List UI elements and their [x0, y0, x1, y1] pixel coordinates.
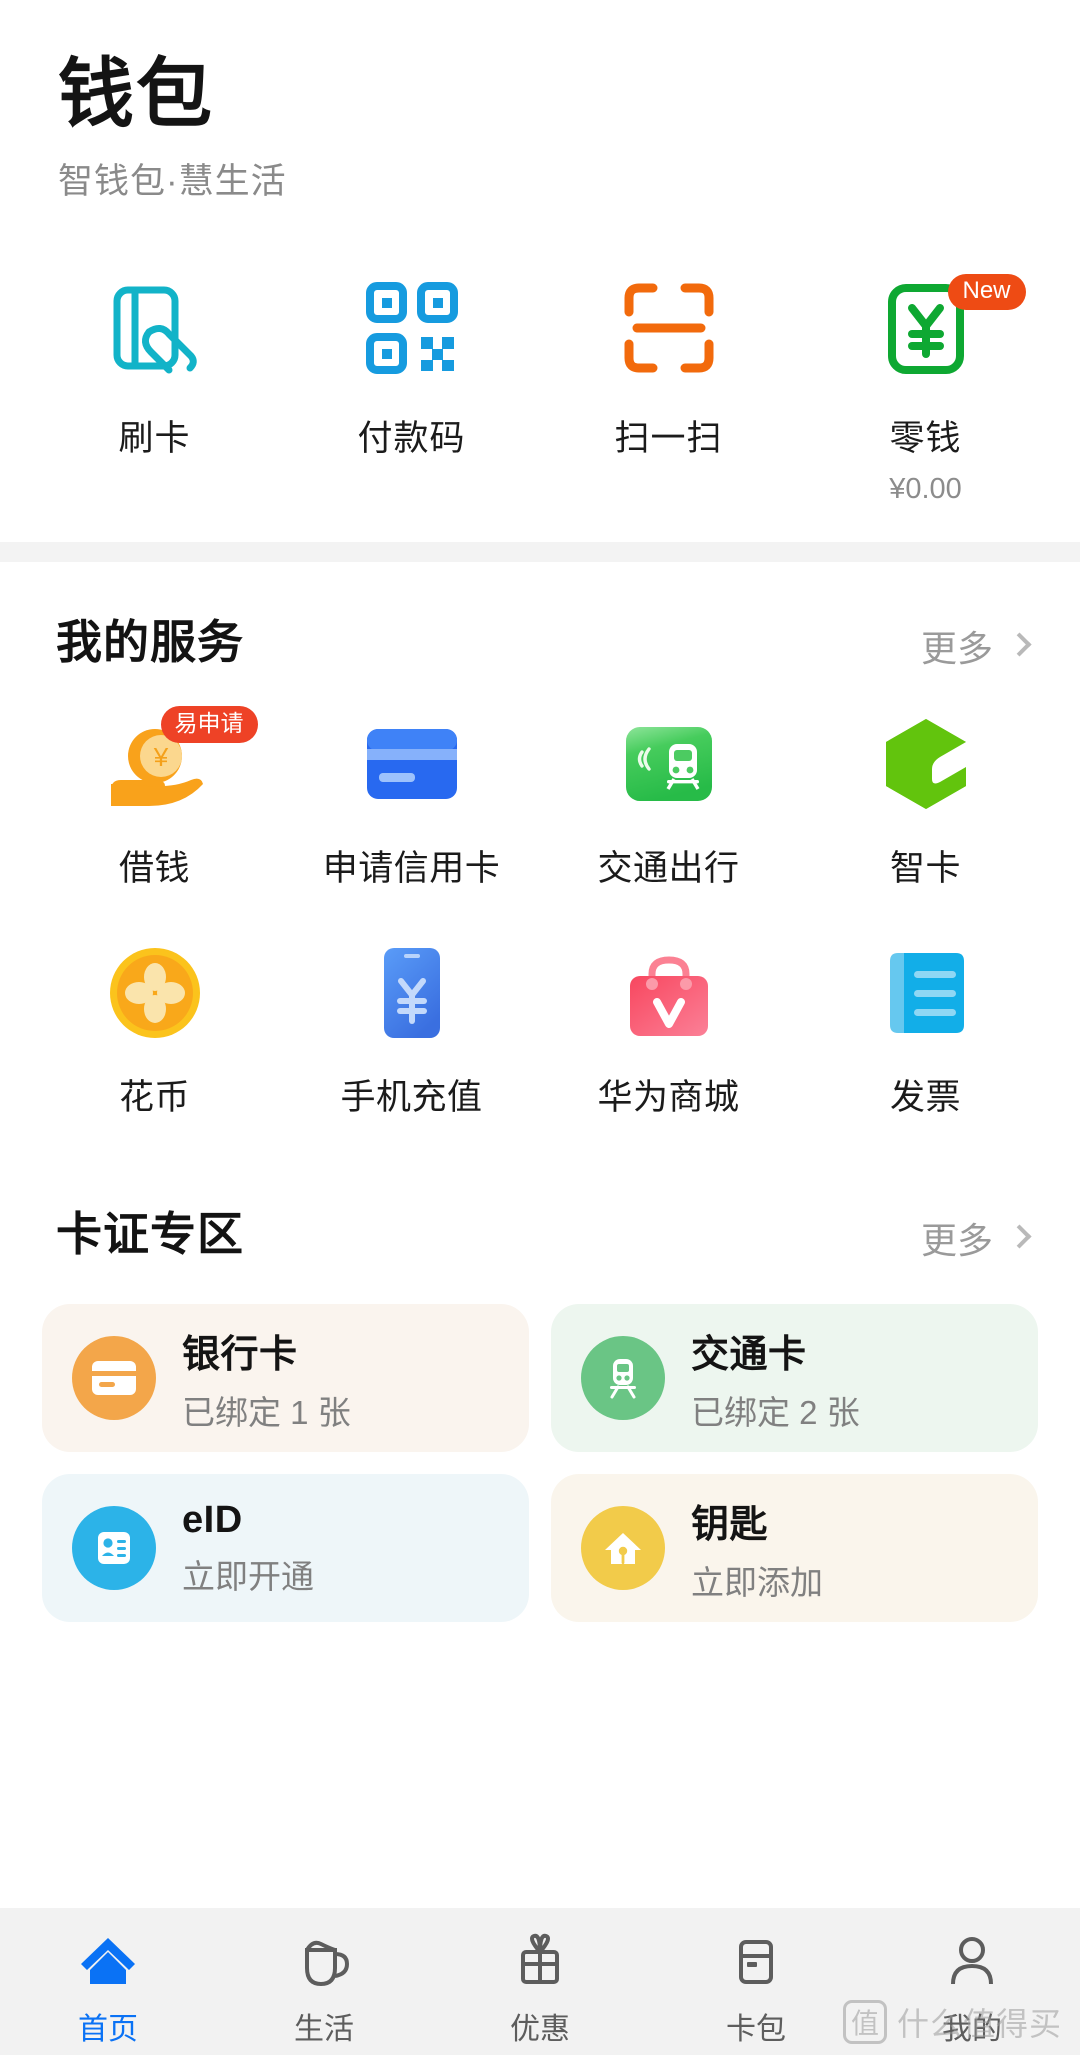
tile-bank-card[interactable]: 银行卡 已绑定 1 张	[42, 1304, 529, 1453]
service-invoice[interactable]: 发票	[797, 943, 1054, 1120]
tile-text: 交通卡 已绑定 2 张	[691, 1323, 860, 1434]
new-badge: New	[947, 274, 1026, 311]
service-label: 交通出行	[597, 849, 740, 889]
page-title: 钱包	[58, 52, 214, 137]
service-label: 智卡	[889, 849, 961, 889]
more-label: 更多	[920, 1220, 993, 1262]
quick-action-scan[interactable]: 扫一扫	[540, 272, 797, 506]
service-smart-card[interactable]: 智卡	[797, 714, 1054, 891]
service-label: 华为商城	[597, 1078, 740, 1118]
yuan-wallet-icon: New	[797, 272, 1054, 384]
chevron-right-icon	[1007, 632, 1032, 657]
service-transit[interactable]: 交通出行	[540, 714, 797, 891]
my-services-grid: 易申请 ¥ 借钱 申请信用卡 交通出行 智卡 花币 手机充值 华为商城 发票	[0, 706, 1080, 1172]
cup-icon	[293, 1930, 355, 1992]
page-subtitle: 智钱包·慧生活	[58, 162, 287, 202]
tab-label: 优惠	[510, 2013, 570, 2046]
quick-action-swipe-card[interactable]: 刷卡	[26, 272, 283, 506]
invoice-icon	[797, 943, 1054, 1043]
service-borrow[interactable]: 易申请 ¥ 借钱	[26, 706, 283, 891]
tile-text: 银行卡 已绑定 1 张	[182, 1323, 351, 1434]
tile-subtitle: 立即开通	[182, 1557, 314, 1595]
page-header: 钱包 智钱包·慧生活	[0, 0, 1080, 204]
svg-text:¥: ¥	[152, 742, 168, 772]
tab-home[interactable]: 首页	[0, 1930, 216, 2048]
my-services-more-link[interactable]: 更多	[920, 620, 1032, 672]
hand-coin-icon: 易申请 ¥	[26, 706, 283, 814]
gift-icon	[509, 1930, 571, 1992]
tile-subtitle: 已绑定 1 张	[182, 1393, 351, 1431]
my-services-header: 我的服务 更多	[0, 606, 1080, 672]
tab-label: 首页	[78, 2013, 138, 2046]
tile-title: 交通卡	[691, 1333, 807, 1376]
card-swipe-icon	[26, 272, 283, 384]
tile-key[interactable]: 钥匙 立即添加	[551, 1474, 1038, 1623]
change-balance: ¥0.00	[889, 473, 962, 506]
id-card-icon	[72, 1506, 156, 1591]
service-label: 手机充值	[340, 1078, 483, 1118]
service-phone-topup[interactable]: 手机充值	[283, 943, 540, 1120]
my-services-title: 我的服务	[56, 616, 244, 669]
watermark-text: 什么值得买	[896, 2006, 1062, 2042]
quick-action-label: 刷卡	[118, 419, 191, 459]
service-apply-credit-card[interactable]: 申请信用卡	[283, 714, 540, 891]
qr-code-icon	[283, 272, 540, 384]
easy-apply-badge: 易申请	[160, 706, 258, 744]
section-divider	[0, 542, 1080, 563]
tile-eid[interactable]: eID 立即开通	[42, 1474, 529, 1623]
bank-card-icon	[72, 1336, 156, 1421]
wallet-card-icon	[725, 1930, 787, 1992]
tab-label: 卡包	[726, 2013, 786, 2046]
service-label: 借钱	[118, 849, 190, 889]
cards-zone-tiles: 银行卡 已绑定 1 张 交通卡 已绑定 2 张 eID 立即开通 钥匙 立即添加	[0, 1304, 1080, 1623]
cards-zone-title: 卡证专区	[56, 1208, 244, 1261]
quick-action-change[interactable]: New 零钱 ¥0.00	[797, 272, 1054, 506]
quick-action-label: 扫一扫	[614, 419, 723, 459]
tab-label: 生活	[294, 2013, 354, 2046]
quick-action-label: 零钱	[889, 419, 962, 459]
wallet-page: 钱包 智钱包·慧生活 刷卡 付款码 扫一扫 New 零钱 ¥0.00 我的服务 …	[0, 0, 1080, 2055]
credit-card-icon	[283, 714, 540, 814]
cards-zone-more-link[interactable]: 更多	[920, 1212, 1032, 1264]
chevron-right-icon	[1007, 1224, 1032, 1249]
house-key-icon	[581, 1506, 665, 1591]
tile-subtitle: 已绑定 2 张	[691, 1393, 860, 1431]
phone-topup-icon	[283, 943, 540, 1043]
tile-text: eID 立即开通	[182, 1499, 314, 1598]
tab-card-pack[interactable]: 卡包	[648, 1930, 864, 2048]
shopping-bag-icon	[540, 943, 797, 1043]
transit-card-icon	[540, 714, 797, 814]
service-huawei-store[interactable]: 华为商城	[540, 943, 797, 1120]
service-label: 申请信用卡	[322, 849, 501, 889]
cards-zone-header: 卡证专区 更多	[0, 1198, 1080, 1264]
person-icon	[941, 1930, 1003, 1992]
tile-title: 银行卡	[182, 1333, 298, 1376]
tile-text: 钥匙 立即添加	[691, 1493, 823, 1604]
quick-action-label: 付款码	[357, 419, 466, 459]
transit-train-icon	[581, 1336, 665, 1421]
tile-subtitle: 立即添加	[691, 1563, 823, 1601]
tile-title: eID	[182, 1498, 243, 1541]
tile-transit-card[interactable]: 交通卡 已绑定 2 张	[551, 1304, 1038, 1453]
watermark-badge: 值	[842, 2000, 887, 2044]
home-icon	[77, 1930, 139, 1992]
service-label: 发票	[889, 1078, 961, 1118]
service-petal-coin[interactable]: 花币	[26, 943, 283, 1120]
tab-offers[interactable]: 优惠	[432, 1930, 648, 2048]
watermark: 值 什么值得买	[842, 1999, 1062, 2045]
scan-frame-icon	[540, 272, 797, 384]
tile-title: 钥匙	[691, 1503, 769, 1546]
more-label: 更多	[920, 628, 993, 670]
quick-action-payment-code[interactable]: 付款码	[283, 272, 540, 506]
tab-life[interactable]: 生活	[216, 1930, 432, 2048]
petal-coin-icon	[26, 943, 283, 1043]
quick-actions-row: 刷卡 付款码 扫一扫 New 零钱 ¥0.00	[0, 272, 1080, 506]
smart-card-hexagon-icon	[797, 714, 1054, 814]
service-label: 花币	[118, 1078, 190, 1118]
